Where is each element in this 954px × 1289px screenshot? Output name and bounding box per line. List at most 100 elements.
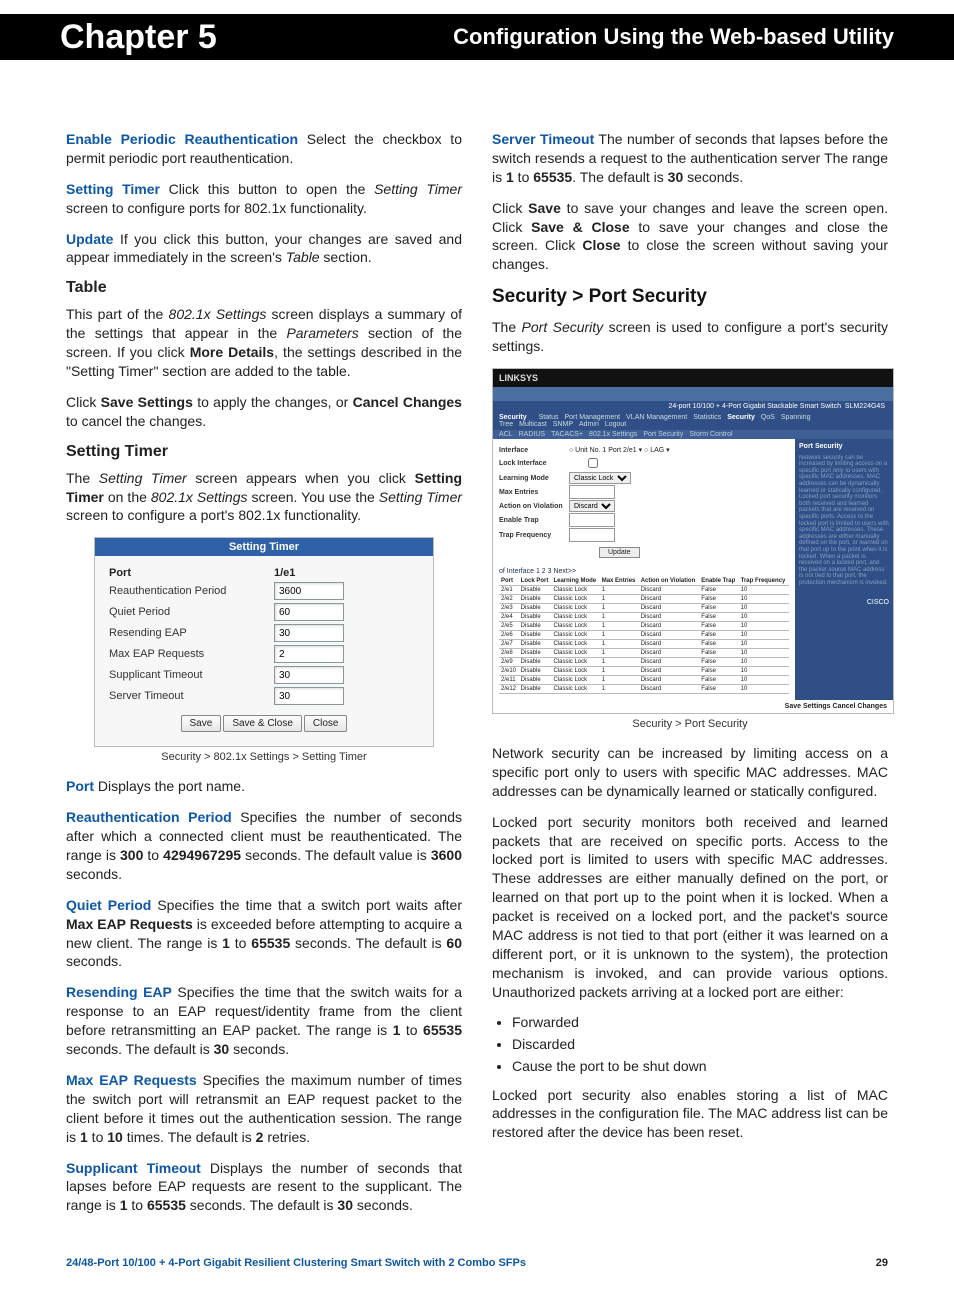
st-input-supplicant-timeout[interactable] <box>274 666 344 684</box>
ps-form-label: Max Entries <box>499 489 569 496</box>
para-network-security: Network security can be increased by lim… <box>492 744 888 801</box>
para-enable-periodic: Enable Periodic Reauthentication Select … <box>66 130 462 168</box>
ps-tab-port-management[interactable]: Port Management <box>564 414 620 421</box>
chapter-banner: Chapter 5 Configuration Using the Web-ba… <box>0 0 954 70</box>
para-save-cancel: Click Save Settings to apply the changes… <box>66 393 462 431</box>
ps-form-label: Learning Mode <box>499 475 569 482</box>
heading-table: Table <box>66 279 462 297</box>
para-locked-port: Locked port security monitors both recei… <box>492 813 888 1002</box>
table-row: 2/e3DisableClassic Lock1DiscardFalse10 <box>499 604 789 613</box>
ps-form-label: Enable Trap <box>499 517 569 524</box>
cisco-logo: CISCO <box>799 599 889 607</box>
st-field-label: Port <box>109 567 274 579</box>
ps-tab-qos[interactable]: QoS <box>761 414 775 421</box>
para-save-close: Click Save to save your changes and leav… <box>492 199 888 275</box>
ps-select-action-on-violation[interactable]: Discard <box>569 500 615 512</box>
heading-setting-timer: Setting Timer <box>66 443 462 461</box>
st-field-label: Supplicant Timeout <box>109 669 274 681</box>
ps-select-learning-mode[interactable]: Classic Lock <box>569 472 631 484</box>
st-input-resending-eap[interactable] <box>274 624 344 642</box>
ps-product: 24-port 10/100 + 4-Port Gigabit Stackabl… <box>668 403 841 410</box>
ps-brand: LINKSYS <box>493 369 893 387</box>
ps-subtab-radius[interactable]: RADIUS <box>519 431 545 438</box>
ps-tab-multicast[interactable]: Multicast <box>519 421 547 428</box>
bullet-list: Forwarded Discarded Cause the port to be s… <box>512 1014 888 1074</box>
st-button-close[interactable]: Close <box>304 715 348 732</box>
ps-input-enable-trap[interactable] <box>569 513 615 527</box>
chapter-title: Configuration Using the Web-based Utilit… <box>453 14 894 60</box>
ps-form-label: Lock Interface <box>499 460 569 467</box>
st-field-label: Quiet Period <box>109 606 274 618</box>
figure-st-title: Setting Timer <box>95 538 433 556</box>
ps-update-button[interactable]: Update <box>599 547 640 558</box>
para-update: Update If you click this button, your ch… <box>66 230 462 268</box>
ps-form-label: Interface <box>499 447 569 454</box>
heading-port-security: Security > Port Security <box>492 286 888 308</box>
st-field-label: Resending EAP <box>109 627 274 639</box>
list-item: Forwarded <box>512 1014 888 1030</box>
para-table-desc: This part of the 802.1x Settings screen … <box>66 305 462 381</box>
table-row: 2/e9DisableClassic Lock1DiscardFalse10 <box>499 658 789 667</box>
para-max-eap: Max EAP Requests Specifies the maximum n… <box>66 1071 462 1147</box>
ps-tab-statistics[interactable]: Statistics <box>693 414 721 421</box>
para-server-timeout: Server Timeout The number of seconds tha… <box>492 130 888 187</box>
ps-form-label: Trap Frequency <box>499 532 569 539</box>
para-setting-timer-desc: The Setting Timer screen appears when yo… <box>66 469 462 526</box>
ps-input-trap-frequency[interactable] <box>569 528 615 542</box>
table-row: 2/e10DisableClassic Lock1DiscardFalse10 <box>499 667 789 676</box>
ps-subtab-storm-control[interactable]: Storm Control <box>689 431 732 438</box>
para-setting-timer: Setting Timer Click this button to open … <box>66 180 462 218</box>
st-input-quiet-period[interactable] <box>274 603 344 621</box>
ps-tab-vlan-management[interactable]: VLAN Management <box>626 414 687 421</box>
footer-product: 24/48-Port 10/100 + 4-Port Gigabit Resil… <box>66 1257 526 1269</box>
ps-form-label: Action on Violation <box>499 503 569 510</box>
table-row: 2/e2DisableClassic Lock1DiscardFalse10 <box>499 595 789 604</box>
st-input-server-timeout[interactable] <box>274 687 344 705</box>
ps-data-table: PortLock PortLearning ModeMax EntriesAct… <box>499 577 789 694</box>
st-field-label: Max EAP Requests <box>109 648 274 660</box>
left-column: Enable Periodic Reauthentication Select … <box>66 130 462 1227</box>
ps-subtab-802-1x-settings[interactable]: 802.1x Settings <box>589 431 637 438</box>
ps-tab-logout[interactable]: Logout <box>605 421 626 428</box>
ps-tab-security[interactable]: Security <box>727 414 755 421</box>
para-locked-port-last: Locked port security also enables storin… <box>492 1086 888 1143</box>
list-item: Cause the port to be shut down <box>512 1058 888 1074</box>
ps-input-max-entries[interactable] <box>569 485 615 499</box>
table-row: 2/e12DisableClassic Lock1DiscardFalse10 <box>499 685 789 694</box>
ps-checkbox-lock-interface[interactable] <box>573 458 613 468</box>
st-input-max-eap-requests[interactable] <box>274 645 344 663</box>
list-item: Discarded <box>512 1036 888 1052</box>
figure-port-security: LINKSYS 24-port 10/100 + 4-Port Gigabit … <box>492 368 888 714</box>
caption-port-security: Security > Port Security <box>492 718 888 730</box>
st-button-save-close[interactable]: Save & Close <box>223 715 302 732</box>
ps-pagination: of Interface 1 2 3 Next>> <box>499 568 789 575</box>
ps-save-row[interactable]: Save Settings Cancel Changes <box>493 700 893 713</box>
table-row: 2/e11DisableClassic Lock1DiscardFalse10 <box>499 676 789 685</box>
page-footer: 24/48-Port 10/100 + 4-Port Gigabit Resil… <box>0 1227 954 1269</box>
st-field-label: Reauthentication Period <box>109 585 274 597</box>
table-row: 2/e5DisableClassic Lock1DiscardFalse10 <box>499 622 789 631</box>
ps-tab-snmp[interactable]: SNMP <box>553 421 573 428</box>
st-button-save[interactable]: Save <box>181 715 222 732</box>
figure-setting-timer: Setting Timer Port1/e1Reauthentication P… <box>66 537 462 747</box>
para-quiet-period: Quiet Period Specifies the time that a s… <box>66 896 462 972</box>
st-input-reauthentication-period[interactable] <box>274 582 344 600</box>
page-number: 29 <box>876 1257 888 1269</box>
chapter-number: Chapter 5 <box>60 14 217 60</box>
para-supplicant-timeout: Supplicant Timeout Displays the number o… <box>66 1159 462 1216</box>
table-row: 2/e6DisableClassic Lock1DiscardFalse10 <box>499 631 789 640</box>
st-field-label: Server Timeout <box>109 690 274 702</box>
ps-tab-admin[interactable]: Admin <box>579 421 599 428</box>
ps-subtab-tacacs-[interactable]: TACACS+ <box>551 431 583 438</box>
ps-model: SLM224G4S <box>845 403 885 410</box>
ps-subtab-port-security[interactable]: Port Security <box>643 431 683 438</box>
table-row: 2/e1DisableClassic Lock1DiscardFalse10 <box>499 586 789 595</box>
ps-subtab-acl[interactable]: ACL <box>499 431 513 438</box>
caption-setting-timer: Security > 802.1x Settings > Setting Tim… <box>66 751 462 763</box>
para-port: Port Displays the port name. <box>66 777 462 796</box>
ps-tab-status[interactable]: Status <box>539 414 559 421</box>
ps-help-panel: Port Security Network security can be in… <box>795 439 893 700</box>
ps-help-title: Port Security <box>799 443 889 451</box>
table-row: 2/e7DisableClassic Lock1DiscardFalse10 <box>499 640 789 649</box>
para-resending-eap: Resending EAP Specifies the time that th… <box>66 983 462 1059</box>
